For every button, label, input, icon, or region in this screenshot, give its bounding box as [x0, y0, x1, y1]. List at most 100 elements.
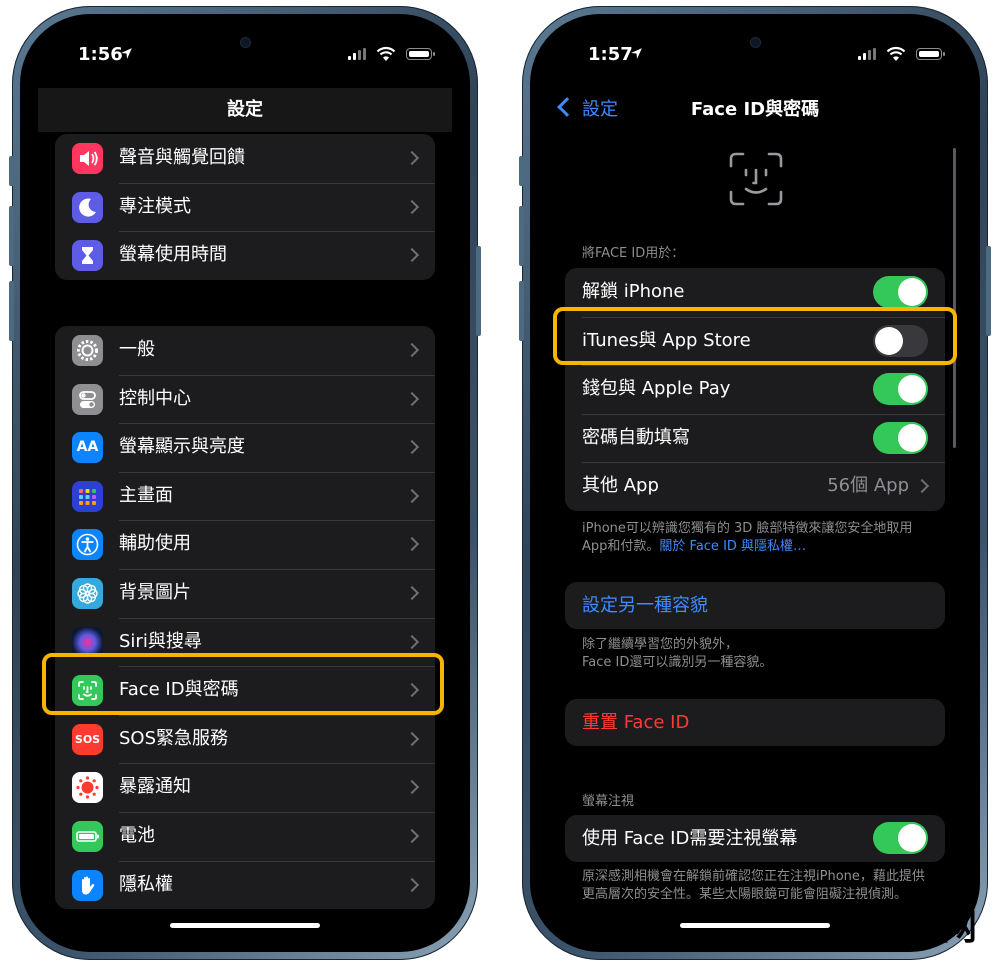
moon-icon: [72, 191, 103, 223]
chevron-right-icon: [914, 479, 930, 494]
toggles-icon: [72, 383, 103, 415]
battery-icon: [72, 820, 103, 852]
location-arrow-icon: [631, 48, 642, 59]
highlight-itunes-row: [553, 307, 957, 365]
settings-item-screen-time[interactable]: 螢幕使用時間: [55, 231, 435, 280]
chevron-right-icon: [404, 780, 420, 795]
exposure-icon: [72, 772, 103, 804]
alternate-appearance-footer: 除了繼續學習您的外貌外， Face ID還可以識別另一種容貌。: [582, 637, 773, 670]
face-id-toggles-group: 解鎖 iPhone iTunes與 App Store 錢包與 Apple Pa…: [565, 268, 945, 511]
left-phone: 1:56 設定 聲音與觸覺回饋 專注模式 螢幕使用時間 一般 控制中心 AA 螢…: [9, 6, 481, 960]
page-title: Face ID與密碼: [690, 99, 820, 120]
settings-item-label: 專注模式: [119, 195, 191, 217]
settings-item-focus[interactable]: 專注模式: [55, 182, 435, 232]
flower-icon: [72, 577, 103, 609]
settings-item-label: 聲音與觸覺回饋: [119, 147, 245, 168]
scrollbar[interactable]: [953, 148, 956, 448]
settings-item-home-screen[interactable]: 主畫面: [55, 471, 435, 521]
settings-item-label: 螢幕顯示與亮度: [119, 436, 245, 458]
speaker-icon: [72, 143, 103, 174]
nav-bar: 設定: [38, 88, 452, 132]
chevron-left-icon: [557, 97, 577, 117]
chevron-right-icon: [404, 585, 420, 601]
other-apps-label: 其他 App: [582, 475, 659, 497]
unlock-iphone-toggle[interactable]: [873, 276, 928, 308]
attention-group: 使用 Face ID需要注視螢幕: [565, 815, 945, 862]
back-button[interactable]: 設定: [557, 88, 618, 132]
chevron-right-icon: [404, 731, 420, 746]
settings-item-sounds[interactable]: 聲音與觸覺回饋: [55, 134, 435, 183]
set-alternate-appearance-button[interactable]: 設定另一種容貌: [565, 582, 945, 629]
right-screen: 1:57 設定 Face ID與密碼 將FACE ID用於： 解鎖 iPhone: [548, 28, 962, 938]
wifi-icon: [376, 46, 396, 61]
chevron-right-icon: [404, 391, 420, 406]
chevron-right-icon: [404, 248, 420, 263]
status-time: 1:56: [78, 44, 123, 65]
settings-item-privacy[interactable]: 隱私權: [55, 860, 435, 910]
settings-item-control-center[interactable]: 控制中心: [55, 374, 435, 424]
chevron-right-icon: [404, 828, 420, 844]
section-header-attention: 螢幕注視: [582, 794, 635, 809]
toggle-label: 密碼自動填寫: [582, 426, 690, 448]
settings-item-label: 背景圖片: [119, 581, 191, 603]
settings-group-2: 一般 控制中心 AA 螢幕顯示與亮度 主畫面 輔助使用 背景圖片 Siri與搜尋…: [55, 326, 435, 910]
about-face-id-privacy-link[interactable]: 關於 Face ID 與隱私權…: [659, 539, 806, 554]
settings-item-label: 隱私權: [119, 873, 173, 895]
chevron-right-icon: [404, 537, 420, 552]
settings-item-accessibility[interactable]: 輔助使用: [55, 520, 435, 569]
toggle-label: 錢包與 Apple Pay: [582, 378, 731, 400]
home-grid-icon: [72, 480, 103, 512]
settings-item-label: 電池: [119, 824, 155, 846]
settings-item-label: 輔助使用: [119, 533, 191, 555]
gear-icon: [72, 335, 103, 366]
home-indicator[interactable]: [170, 923, 320, 928]
face-id-footer: iPhone可以辨識您獨有的 3D 臉部特徵來讓您安全地取用App和付款。關於 …: [582, 521, 913, 554]
settings-item-label: 控制中心: [119, 387, 191, 409]
settings-item-general[interactable]: 一般: [55, 326, 435, 375]
hand-icon: [72, 869, 103, 901]
reset-face-id-group: 重置 Face ID: [565, 699, 945, 746]
settings-item-label: 螢幕使用時間: [119, 244, 227, 266]
settings-item-sos[interactable]: SOS SOS緊急服務: [55, 714, 435, 764]
toggle-row-wallet-apple-pay: 錢包與 Apple Pay: [565, 365, 945, 414]
chevron-right-icon: [404, 634, 420, 649]
require-attention-toggle[interactable]: [873, 822, 928, 854]
settings-item-label: 一般: [119, 339, 155, 360]
hourglass-icon: [72, 240, 103, 272]
page-title: 設定: [227, 99, 263, 120]
status-time: 1:57: [588, 44, 633, 65]
text-size-icon: AA: [72, 432, 103, 464]
settings-item-wallpaper[interactable]: 背景圖片: [55, 568, 435, 618]
battery-status-icon: [916, 48, 945, 60]
face-id-icon: [729, 152, 783, 206]
settings-item-label: 主畫面: [119, 484, 173, 506]
settings-item-battery[interactable]: 電池: [55, 811, 435, 861]
battery-status-icon: [406, 48, 435, 60]
password-autofill-toggle[interactable]: [873, 421, 928, 454]
accessibility-icon: [72, 529, 103, 561]
cellular-signal-icon: [858, 48, 878, 60]
chevron-right-icon: [404, 150, 420, 166]
alternate-appearance-group: 設定另一種容貌: [565, 582, 945, 629]
chevron-right-icon: [404, 440, 420, 455]
chevron-right-icon: [404, 877, 420, 892]
wallet-apple-pay-toggle[interactable]: [873, 373, 928, 406]
settings-item-display[interactable]: AA 螢幕顯示與亮度: [55, 423, 435, 472]
other-apps-row[interactable]: 其他 App 56個 App: [565, 462, 945, 511]
chevron-right-icon: [404, 199, 420, 214]
reset-face-id-button[interactable]: 重置 Face ID: [565, 699, 945, 746]
highlight-face-id-row: [42, 653, 444, 715]
location-arrow-icon: [121, 48, 132, 59]
toggle-row-password-autofill: 密碼自動填寫: [565, 413, 945, 463]
cellular-signal-icon: [348, 48, 368, 60]
home-indicator[interactable]: [680, 923, 830, 928]
settings-item-exposure[interactable]: 暴露通知: [55, 763, 435, 812]
left-screen: 1:56 設定 聲音與觸覺回饋 專注模式 螢幕使用時間 一般 控制中心 AA 螢…: [38, 28, 452, 938]
chevron-right-icon: [404, 488, 420, 503]
settings-item-label: SOS緊急服務: [119, 727, 229, 749]
chevron-right-icon: [404, 342, 420, 358]
toggle-label: 使用 Face ID需要注視螢幕: [582, 828, 798, 849]
settings-group-1: 聲音與觸覺回饋 專注模式 螢幕使用時間: [55, 134, 435, 280]
settings-item-label: 暴露通知: [119, 776, 191, 798]
sos-icon: SOS: [72, 723, 103, 755]
